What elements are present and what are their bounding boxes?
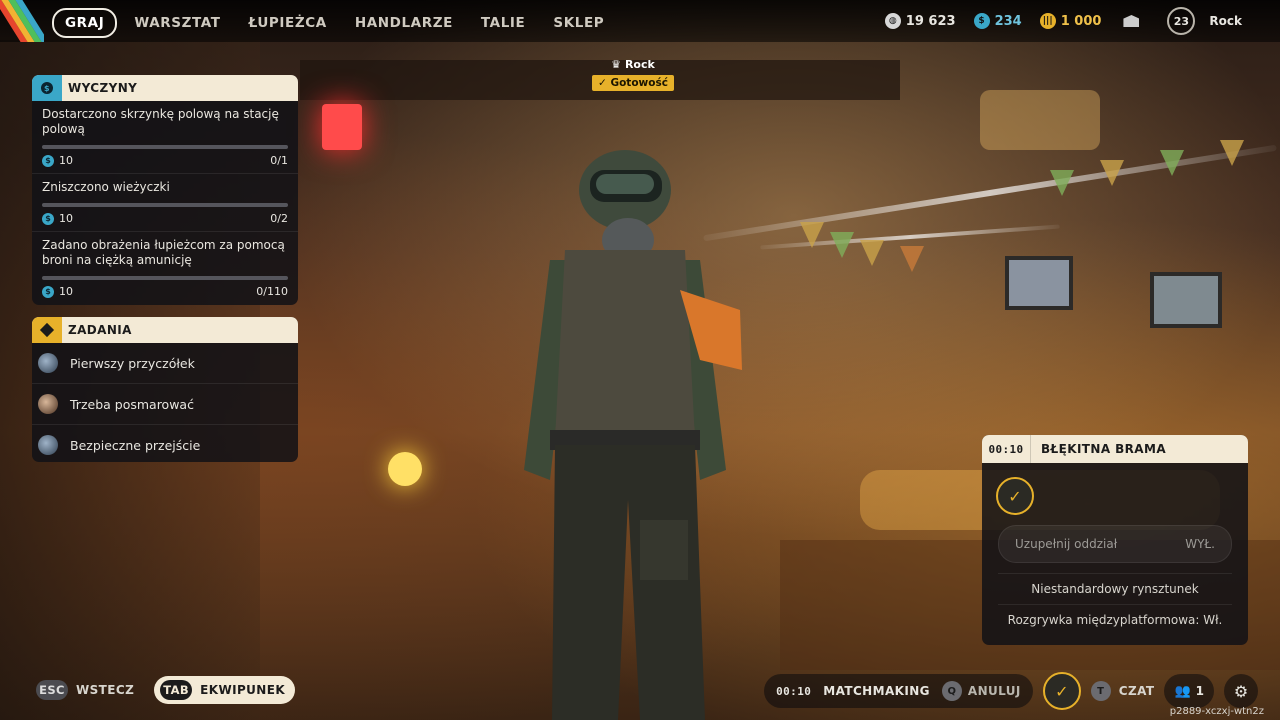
fill-value: WYŁ. xyxy=(1185,537,1215,551)
challenge-text: Zadano obrażenia łupieżcom za pomocą bro… xyxy=(42,238,285,267)
chat-label: CZAT xyxy=(1118,684,1155,698)
inventory-button[interactable]: TAB EKWIPUNEK xyxy=(154,676,296,704)
matchmaking-status: 00:10 MATCHMAKING Q ANULUJ xyxy=(764,674,1033,708)
token-icon: $ xyxy=(973,13,990,29)
tab-shop[interactable]: SKLEP xyxy=(542,10,615,36)
challenge-item[interactable]: Zniszczono wieżyczki $10 0/2 xyxy=(32,174,298,232)
back-button[interactable]: ESC WSTECZ xyxy=(36,680,134,700)
t-key-icon: T xyxy=(1090,681,1111,701)
ready-check-icon: ✓ xyxy=(1008,486,1022,506)
quest-giver-avatar xyxy=(38,394,58,414)
fill-label: Uzupełnij oddział xyxy=(1015,537,1118,551)
challenge-progress-bar xyxy=(42,276,288,280)
cancel-label: ANULUJ xyxy=(967,684,1021,698)
task-label: Trzeba posmarować xyxy=(70,396,194,412)
currency-bar: ◍ 19 623 $ 234 ||| 1 000 23 Rock xyxy=(884,0,1280,42)
player-level-badge[interactable]: 23 xyxy=(1167,7,1196,35)
token-icon: $ xyxy=(42,212,54,225)
cancel-button[interactable]: Q ANULUJ xyxy=(941,681,1021,701)
tokens-value: 234 xyxy=(994,13,1022,29)
challenge-text: Zniszczono wieżyczki xyxy=(42,180,170,194)
coins-counter[interactable]: ◍ 19 623 xyxy=(884,13,956,29)
lobby-header: 00:10 BŁĘKITNA BRAMA xyxy=(982,435,1248,463)
party-count: 1 xyxy=(1195,684,1204,698)
challenge-item[interactable]: Zadano obrażenia łupieżcom za pomocą bro… xyxy=(32,232,298,304)
tasks-title: ZADANIA xyxy=(68,323,132,337)
back-label: WSTECZ xyxy=(76,683,135,697)
challenge-progress: 0/110 xyxy=(256,285,288,298)
people-icon: 👥 xyxy=(1174,683,1191,699)
challenge-item[interactable]: Dostarczono skrzynkę polową na stację po… xyxy=(32,101,298,174)
player-character xyxy=(524,150,742,720)
tab-play[interactable]: GRAJ xyxy=(52,8,118,38)
chat-button[interactable]: T CZAT xyxy=(1090,681,1155,701)
challenge-reward: 10 xyxy=(59,154,73,167)
challenge-progress: 0/2 xyxy=(270,212,288,225)
quest-giver-avatar xyxy=(38,353,58,373)
party-button[interactable]: 👥 1 xyxy=(1164,674,1214,708)
ready-check-icon: ✓ xyxy=(1055,681,1069,701)
quest-giver-avatar xyxy=(38,435,58,455)
ready-status-badge: ✓ Gotowość xyxy=(592,75,674,91)
custom-loadout-option[interactable]: Niestandardowy rynsztunek xyxy=(998,573,1232,604)
challenge-reward: 10 xyxy=(59,212,73,225)
challenge-text: Dostarczono skrzynkę polową na stację po… xyxy=(42,107,279,136)
token-icon: $ xyxy=(42,154,54,167)
challenge-progress-bar xyxy=(42,145,288,149)
challenges-panel: $ WYCZYNY Dostarczono skrzynkę polową na… xyxy=(32,75,298,305)
tab-traders[interactable]: HANDLARZE xyxy=(344,10,464,36)
main-nav: GRAJ WARSZTAT ŁUPIEŻCA HANDLARZE TALIE S… xyxy=(52,8,615,38)
lobby-timer: 00:10 xyxy=(982,435,1031,463)
task-item[interactable]: Bezpieczne przejście xyxy=(32,425,298,462)
task-label: Pierwszy przyczółek xyxy=(70,355,195,371)
settings-button[interactable]: ⚙ xyxy=(1224,674,1258,708)
game-logo-icon xyxy=(0,0,44,42)
map-name[interactable]: BŁĘKITNA BRAMA xyxy=(1041,442,1166,456)
lobby-panel: 00:10 BŁĘKITNA BRAMA ✓ Uzupełnij oddział… xyxy=(982,435,1248,645)
challenge-progress-bar xyxy=(42,203,288,207)
challenge-reward: 10 xyxy=(59,285,73,298)
username[interactable]: Rock xyxy=(1209,14,1242,28)
tab-raider[interactable]: ŁUPIEŻCA xyxy=(238,10,338,36)
matchmaking-label: MATCHMAKING xyxy=(823,684,930,698)
quest-badge-icon xyxy=(32,317,62,343)
task-item[interactable]: Pierwszy przyczółek xyxy=(32,343,298,384)
squad-fill-toggle[interactable]: Uzupełnij oddział WYŁ. xyxy=(998,525,1232,563)
raider-currency-counter[interactable]: ||| 1 000 xyxy=(1039,13,1102,29)
task-item[interactable]: Trzeba posmarować xyxy=(32,384,298,425)
session-id: p2889-xczxj-wtn2z xyxy=(1169,706,1264,717)
tab-workshop[interactable]: WARSZTAT xyxy=(123,10,231,36)
tab-key-icon: TAB xyxy=(160,680,193,700)
esc-key-icon: ESC xyxy=(36,680,68,700)
q-key-icon: Q xyxy=(941,681,962,701)
tab-decks[interactable]: TALIE xyxy=(470,10,536,36)
coins-value: 19 623 xyxy=(905,13,956,29)
tokens-counter[interactable]: $ 234 xyxy=(973,13,1022,29)
bottom-left-actions: ESC WSTECZ TAB EKWIPUNEK xyxy=(36,676,296,704)
squad-slot[interactable]: ✓ xyxy=(996,477,1034,515)
token-icon: $ xyxy=(42,285,54,298)
player-name: Rock xyxy=(624,58,655,71)
crossplay-option[interactable]: Rozgrywka międzyplatformowa: Wł. xyxy=(998,604,1232,635)
challenge-progress: 0/1 xyxy=(270,154,288,167)
challenges-title: WYCZYNY xyxy=(68,81,138,95)
tasks-panel: ZADANIA Pierwszy przyczółek Trzeba posma… xyxy=(32,317,298,462)
raider-token-icon: ||| xyxy=(1039,13,1056,29)
gear-icon: ⚙ xyxy=(1233,681,1249,701)
player-ready-marker: ♛ Rock ✓ Gotowość xyxy=(592,58,674,91)
matchmaking-timer: 00:10 xyxy=(776,684,812,698)
tasks-header: ZADANIA xyxy=(32,317,298,343)
challenge-badge-icon: $ xyxy=(32,75,62,101)
raider-currency-value: 1 000 xyxy=(1060,13,1102,29)
coin-icon: ◍ xyxy=(884,13,901,29)
crown-icon: ♛ xyxy=(611,58,621,71)
checkmark-icon: ✓ xyxy=(598,77,611,89)
task-label: Bezpieczne przejście xyxy=(70,437,201,453)
inventory-label: EKWIPUNEK xyxy=(200,683,286,697)
top-bar: GRAJ WARSZTAT ŁUPIEŻCA HANDLARZE TALIE S… xyxy=(0,0,1280,42)
ready-toggle-button[interactable]: ✓ xyxy=(1042,672,1081,710)
challenges-header: $ WYCZYNY xyxy=(32,75,298,101)
bottom-right-actions: 00:10 MATCHMAKING Q ANULUJ ✓ T CZAT 👥 1 … xyxy=(764,672,1258,710)
mail-icon[interactable] xyxy=(1123,15,1140,27)
